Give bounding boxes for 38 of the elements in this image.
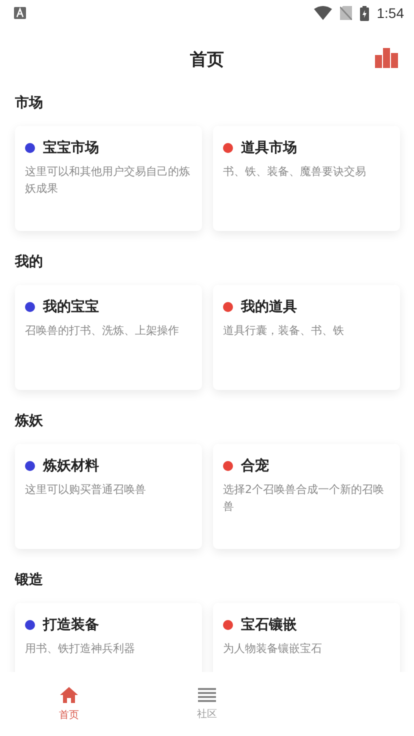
card-description: 为人物装备镶嵌宝石 [223,641,323,657]
feature-card[interactable]: 道具市场 书、铁、装备、魔兽要诀交易 [213,126,400,231]
feature-card[interactable]: 我的道具 道具行囊，装备、书、铁 [213,285,400,390]
card-title: 道具市场 [241,139,297,157]
wifi-icon [314,6,332,20]
bar-chart-icon[interactable] [375,48,398,68]
card-title: 合宠 [241,457,269,475]
card-title: 我的宝宝 [43,298,99,316]
section-title: 炼妖 [14,412,44,431]
card-title: 宝石镶嵌 [241,616,297,634]
card-title: 炼妖材料 [43,457,99,475]
card-description: 用书、铁打造神兵利器 [25,641,136,657]
battery-icon [360,6,369,20]
feature-card[interactable]: 宝石镶嵌 为人物装备镶嵌宝石 [213,603,400,672]
status-time: 1:54 [376,5,404,21]
tab-bar-item[interactable]: 首页 [0,672,138,736]
card-description: 书、铁、装备、魔兽要诀交易 [223,164,367,180]
section-title: 市场 [14,94,44,113]
card-title: 打造装备 [43,616,99,634]
home-icon [59,686,79,704]
card-title: 宝宝市场 [43,139,99,157]
card-title: 我的道具 [241,298,297,316]
feature-card[interactable]: 打造装备 用书、铁打造神兵利器 [15,603,202,672]
feature-card[interactable]: 我的宝宝 召唤兽的打书、洗炼、上架操作 [15,285,202,390]
card-description: 选择2个召唤兽合成一个新的召唤兽 [223,482,385,515]
card-description: 这里可以购买普通召唤兽 [25,482,147,498]
page-title: 首页 [190,48,224,70]
no-sim-icon [340,6,352,20]
feature-card[interactable]: 合宠 选择2个召唤兽合成一个新的召唤兽 [213,444,400,549]
card-description: 道具行囊，装备、书、铁 [223,323,345,339]
card-description: 这里可以和其他用户交易自己的炼妖成果 [25,164,191,197]
section-title: 锻造 [14,571,44,590]
feature-card[interactable]: 宝宝市场 这里可以和其他用户交易自己的炼妖成果 [15,126,202,231]
notification-icon [14,7,26,19]
section-title: 我的 [14,253,44,272]
menu-icon [198,687,216,703]
card-description: 召唤兽的打书、洗炼、上架操作 [25,323,180,339]
feature-card[interactable]: 炼妖材料 这里可以购买普通召唤兽 [15,444,202,549]
